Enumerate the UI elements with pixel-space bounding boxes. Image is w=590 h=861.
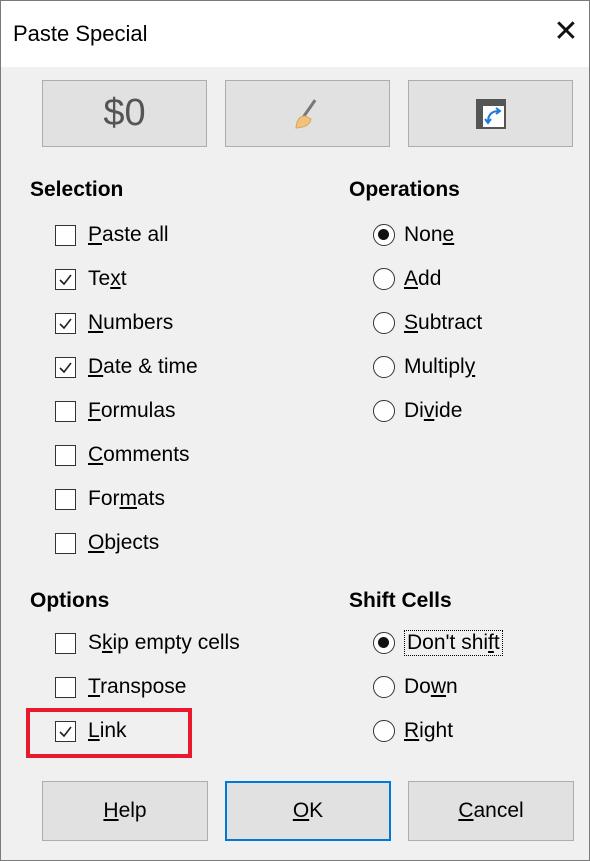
radio-unselected-icon[interactable] <box>373 720 395 742</box>
title-bar: Paste Special ✕ <box>1 1 589 67</box>
radio-right[interactable]: Right <box>373 716 453 746</box>
radio-subtract[interactable]: Subtract <box>373 308 482 338</box>
paste-special-dialog: Paste Special ✕ $0 Selection Paste all Te… <box>0 0 590 861</box>
radio-divide[interactable]: Divide <box>373 396 462 426</box>
paste-all-label: Paste all <box>88 223 169 246</box>
checkbox-date-time[interactable]: Date & time <box>55 352 198 382</box>
transpose-preset-button[interactable] <box>408 80 573 147</box>
ok-button[interactable]: OK <box>225 781 391 841</box>
checkbox-numbers[interactable]: Numbers <box>55 308 173 338</box>
checkbox-transpose[interactable]: Transpose <box>55 672 186 702</box>
date-time-label: Date & time <box>88 355 198 378</box>
multiply-label: Multiply <box>404 355 476 378</box>
checkbox-unchecked-icon[interactable] <box>55 400 76 422</box>
ok-button-label: OK <box>292 799 324 822</box>
don-t-shift-label: Don't shift <box>404 630 503 656</box>
checkbox-checked-icon[interactable] <box>55 268 76 290</box>
none-label: None <box>404 223 455 246</box>
checkbox-unchecked-icon[interactable] <box>55 224 76 246</box>
radio-multiply[interactable]: Multiply <box>373 352 475 382</box>
transpose-icon <box>475 98 506 129</box>
checkbox-unchecked-icon[interactable] <box>55 532 76 554</box>
radio-unselected-icon[interactable] <box>373 676 395 698</box>
selection-heading: Selection <box>30 178 124 201</box>
window-title: Paste Special <box>13 21 148 46</box>
checkbox-formulas[interactable]: Formulas <box>55 396 176 426</box>
values-only-preset-button[interactable]: $0 <box>42 80 207 147</box>
checkbox-checked-icon[interactable] <box>55 312 76 334</box>
right-label: Right <box>404 719 454 742</box>
checkbox-comments[interactable]: Comments <box>55 440 190 470</box>
operations-heading: Operations <box>349 178 460 201</box>
checkbox-checked-icon[interactable] <box>55 356 76 378</box>
radio-don-t-shift[interactable]: Don't shift <box>373 628 503 658</box>
cancel-button[interactable]: Cancel <box>408 781 574 841</box>
transpose-label: Transpose <box>88 675 187 698</box>
radio-selected-icon[interactable] <box>373 632 395 654</box>
checkbox-unchecked-icon[interactable] <box>55 444 76 466</box>
checkbox-skip-empty-cells[interactable]: Skip empty cells <box>55 628 240 658</box>
numbers-label: Numbers <box>88 311 174 334</box>
options-heading: Options <box>30 589 110 612</box>
formats-label: Formats <box>88 487 166 510</box>
checkbox-unchecked-icon[interactable] <box>55 632 76 654</box>
radio-none[interactable]: None <box>373 220 454 250</box>
radio-down[interactable]: Down <box>373 672 458 702</box>
text-label: Text <box>88 267 127 290</box>
cancel-button-label: Cancel <box>458 799 524 822</box>
objects-label: Objects <box>88 531 160 554</box>
radio-unselected-icon[interactable] <box>373 400 395 422</box>
comments-label: Comments <box>88 443 190 466</box>
close-icon[interactable]: ✕ <box>549 15 583 49</box>
values-only-label: $0 <box>103 92 146 134</box>
radio-selected-icon[interactable] <box>373 224 395 246</box>
down-label: Down <box>404 675 458 698</box>
checkbox-paste-all[interactable]: Paste all <box>55 220 169 250</box>
divide-label: Divide <box>404 399 463 422</box>
checkbox-text[interactable]: Text <box>55 264 127 294</box>
checkbox-unchecked-icon[interactable] <box>55 676 76 698</box>
subtract-label: Subtract <box>404 311 483 334</box>
link-highlight-box <box>26 708 192 758</box>
skip-empty-cells-label: Skip empty cells <box>88 631 240 654</box>
formats-only-preset-button[interactable] <box>225 80 390 147</box>
shift-cells-heading: Shift Cells <box>349 589 452 612</box>
help-button[interactable]: Help <box>42 781 208 841</box>
add-label: Add <box>404 267 442 290</box>
radio-unselected-icon[interactable] <box>373 356 395 378</box>
radio-unselected-icon[interactable] <box>373 312 395 334</box>
radio-add[interactable]: Add <box>373 264 441 294</box>
checkbox-formats[interactable]: Formats <box>55 484 165 514</box>
help-button-label: Help <box>103 799 147 822</box>
paint-brush-icon <box>294 98 316 129</box>
formulas-label: Formulas <box>88 399 176 422</box>
checkbox-unchecked-icon[interactable] <box>55 488 76 510</box>
radio-unselected-icon[interactable] <box>373 268 395 290</box>
checkbox-objects[interactable]: Objects <box>55 528 159 558</box>
